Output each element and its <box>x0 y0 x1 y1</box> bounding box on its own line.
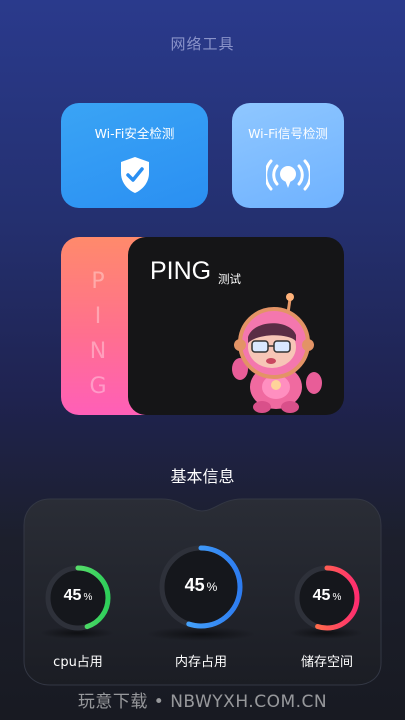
storage-gauge-value: 45% <box>312 587 342 604</box>
watermark: 玩意下载 • NBWYXH.COM.CN <box>77 692 328 712</box>
memory-gauge: 45% <box>157 543 245 631</box>
ping-title: PING <box>150 257 212 285</box>
ping-panel: PING 测试 <box>128 237 344 415</box>
cpu-gauge: 45% <box>43 563 113 633</box>
wifi-signal-label: Wi-Fi信号检测 <box>248 126 328 141</box>
shield-check-icon <box>120 157 149 193</box>
cpu-gauge-label: cpu占用 <box>53 655 103 670</box>
page-title: 网络工具 <box>170 35 235 53</box>
ping-subtitle: 测试 <box>218 272 241 286</box>
ping-vertical-text: P I N G <box>89 269 107 399</box>
wifi-security-label: Wi-Fi安全检测 <box>94 126 175 141</box>
memory-gauge-label: 内存占用 <box>174 655 227 670</box>
ping-test-card[interactable]: P I N G PING 测试 <box>61 237 344 415</box>
astronaut-mascot-icon <box>232 293 322 413</box>
storage-gauge-label: 储存空间 <box>300 655 353 670</box>
storage-gauge: 45% <box>292 563 362 633</box>
wifi-security-card[interactable]: Wi-Fi安全检测 <box>61 103 208 208</box>
basic-info-title: 基本信息 <box>170 467 235 486</box>
signal-broadcast-icon <box>266 159 310 191</box>
wifi-signal-card[interactable]: Wi-Fi信号检测 <box>232 103 344 208</box>
cpu-gauge-value: 45% <box>63 587 93 604</box>
memory-gauge-value: 45% <box>184 575 218 595</box>
basic-info-panel: 45% cpu占用 45% 内存占用 45% 储存空间 <box>22 497 383 687</box>
